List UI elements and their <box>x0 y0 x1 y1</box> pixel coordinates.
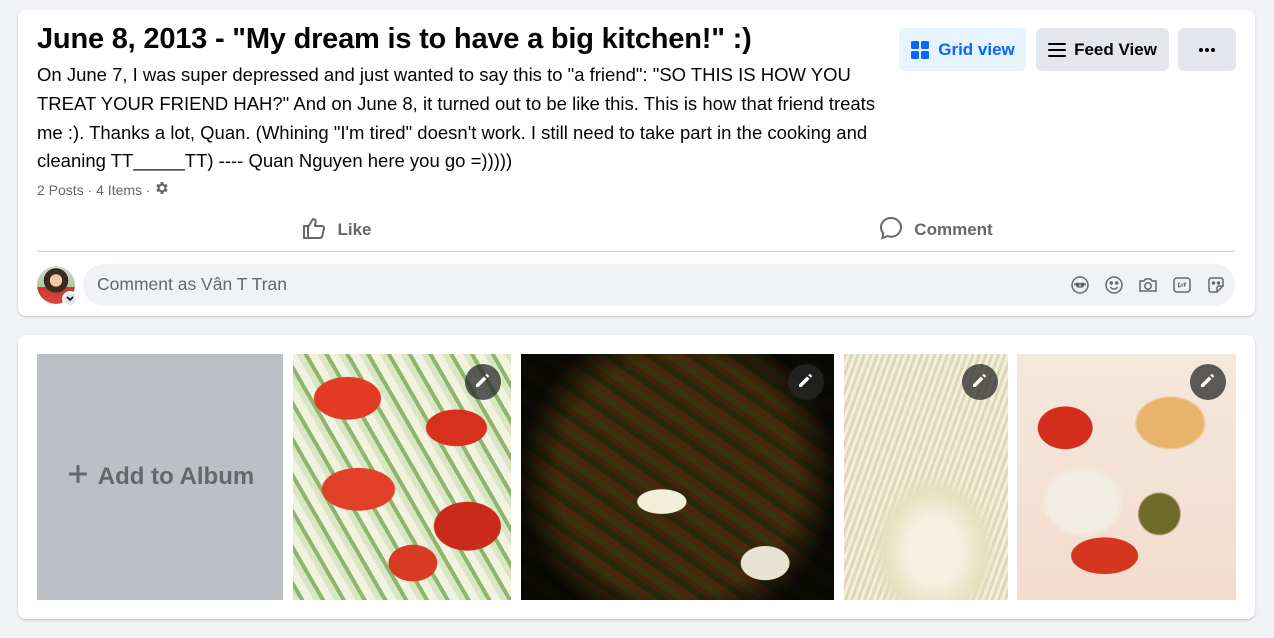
add-to-album-label: Add to Album <box>97 463 255 490</box>
like-label: Like <box>337 220 372 239</box>
photo-tomato-salad[interactable] <box>293 354 511 600</box>
comment-composer <box>37 263 1235 307</box>
thumbs-up-icon <box>301 215 327 246</box>
list-icon <box>1048 42 1067 58</box>
avatar[interactable] <box>37 265 78 307</box>
feed-view-button[interactable]: Feed View <box>1036 28 1169 71</box>
action-bar: Like Comment <box>37 209 1235 252</box>
sticker-icon[interactable] <box>1205 274 1227 296</box>
emoji-icon[interactable] <box>1103 274 1125 296</box>
grid-view-label: Grid view <box>938 39 1015 59</box>
more-dots-icon <box>1198 47 1216 53</box>
avatar-sticker-icon[interactable] <box>1069 274 1091 296</box>
add-to-album-button[interactable]: Add to Album <box>37 354 283 600</box>
edit-photo-button[interactable] <box>465 364 501 400</box>
feed-view-label: Feed View <box>1074 39 1157 59</box>
chevron-down-icon[interactable] <box>62 290 78 307</box>
photo-plated-meal[interactable] <box>1017 354 1236 600</box>
pencil-icon <box>971 371 989 394</box>
comment-tools <box>1069 274 1227 296</box>
album-description: On June 7, I was super depressed and jus… <box>37 64 876 172</box>
album-meta-text: 2 Posts · 4 Items · <box>37 181 151 198</box>
comment-input[interactable] <box>97 274 1069 295</box>
camera-icon[interactable] <box>1137 274 1159 296</box>
edit-photo-button[interactable] <box>788 364 824 400</box>
comment-button[interactable]: Comment <box>636 209 1235 251</box>
album-meta: 2 Posts · 4 Items · <box>37 180 170 199</box>
pencil-icon <box>797 371 815 394</box>
grid-view-button[interactable]: Grid view <box>899 28 1026 71</box>
gear-icon[interactable] <box>154 180 170 199</box>
comment-input-wrapper <box>83 263 1235 306</box>
pencil-icon <box>474 371 492 394</box>
comment-label: Comment <box>914 220 993 239</box>
more-options-button[interactable] <box>1178 28 1236 71</box>
edit-photo-button[interactable] <box>962 364 998 400</box>
comment-bubble-icon <box>878 215 904 246</box>
grid-icon <box>910 40 930 60</box>
gif-icon[interactable] <box>1171 274 1193 296</box>
plus-icon <box>66 462 90 493</box>
edit-photo-button[interactable] <box>1190 364 1226 400</box>
pencil-icon <box>1199 371 1217 394</box>
album-title: June 8, 2013 - "My dream is to have a bi… <box>37 23 752 55</box>
photo-rice[interactable] <box>844 354 1008 600</box>
album-header-card: June 8, 2013 - "My dream is to have a bi… <box>18 10 1255 316</box>
album-grid-card: Add to Album <box>18 335 1255 619</box>
photo-stir-fry[interactable] <box>521 354 834 600</box>
like-button[interactable]: Like <box>37 209 636 251</box>
photo-grid: Add to Album <box>37 354 1236 600</box>
